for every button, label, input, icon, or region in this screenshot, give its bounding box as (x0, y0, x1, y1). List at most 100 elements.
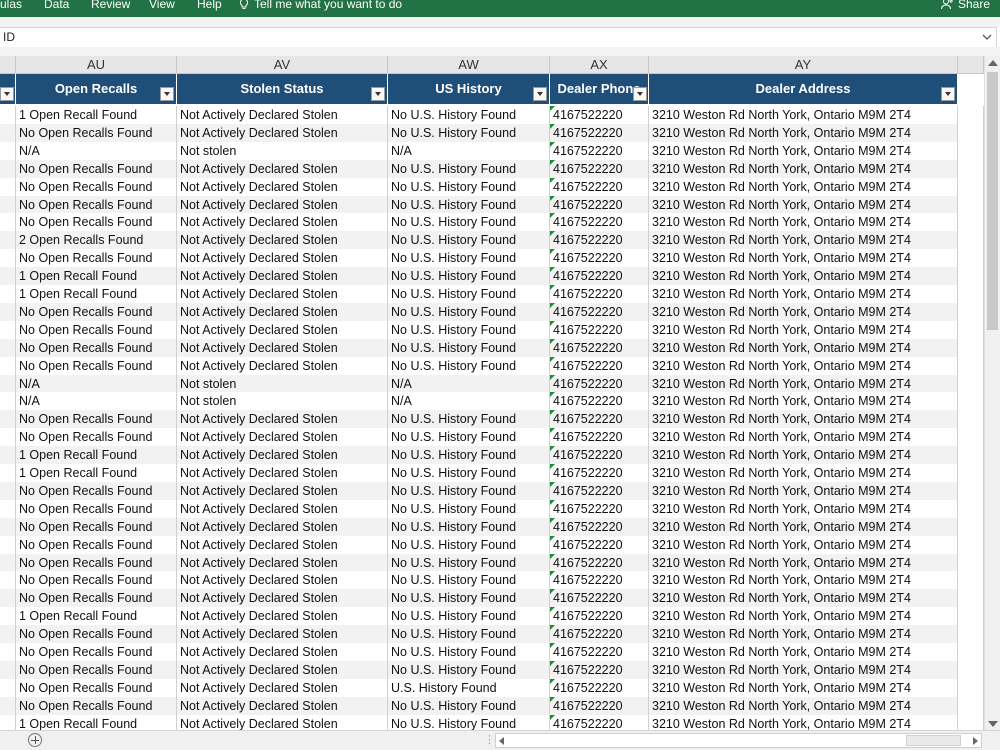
scroll-down-icon[interactable] (988, 721, 998, 727)
cell-dealer-address[interactable]: 3210 Weston Rd North York, Ontario M9M 2… (649, 678, 958, 697)
tab-data[interactable]: Data (44, 0, 69, 12)
tab-view[interactable]: View (149, 0, 175, 12)
cell-prev-column[interactable] (0, 446, 16, 465)
cell-us-history[interactable]: No U.S. History Found (388, 428, 550, 447)
cell-dealer-phone[interactable]: 4167522220 (550, 320, 649, 339)
cell-dealer-address[interactable]: 3210 Weston Rd North York, Ontario M9M 2… (649, 123, 958, 142)
cell-prev-column[interactable] (0, 696, 16, 715)
cell-dealer-phone[interactable]: 4167522220 (550, 338, 649, 357)
cell-empty[interactable] (958, 159, 984, 178)
cell-prev-column[interactable] (0, 106, 16, 124)
cell-empty[interactable] (958, 285, 984, 303)
cell-stolen-status[interactable]: Not Actively Declared Stolen (177, 499, 388, 518)
horizontal-scrollbar[interactable] (495, 733, 982, 748)
cell-empty[interactable] (958, 338, 984, 357)
cell-open-recalls[interactable]: No Open Recalls Found (16, 320, 177, 339)
cell-us-history[interactable]: No U.S. History Found (388, 231, 550, 250)
cell-stolen-status[interactable]: Not Actively Declared Stolen (177, 625, 388, 644)
cell-open-recalls[interactable]: No Open Recalls Found (16, 123, 177, 142)
cell-us-history[interactable]: No U.S. History Found (388, 643, 550, 661)
cell-dealer-address[interactable]: 3210 Weston Rd North York, Ontario M9M 2… (649, 660, 958, 679)
cell-prev-column[interactable] (0, 302, 16, 321)
cell-dealer-address[interactable]: 3210 Weston Rd North York, Ontario M9M 2… (649, 338, 958, 357)
cell-stolen-status[interactable]: Not Actively Declared Stolen (177, 678, 388, 697)
cell-empty[interactable] (958, 141, 984, 160)
cell-us-history[interactable]: N/A (388, 141, 550, 160)
cell-stolen-status[interactable]: Not stolen (177, 392, 388, 411)
cell-open-recalls[interactable]: No Open Recalls Found (16, 643, 177, 661)
cell-stolen-status[interactable]: Not Actively Declared Stolen (177, 535, 388, 554)
cell-dealer-phone[interactable]: 4167522220 (550, 428, 649, 447)
cell-empty[interactable] (958, 374, 984, 393)
cell-empty[interactable] (958, 410, 984, 429)
cell-us-history[interactable]: No U.S. History Found (388, 213, 550, 232)
cell-prev-column[interactable] (0, 481, 16, 500)
cell-empty[interactable] (958, 571, 984, 590)
cell-us-history[interactable]: No U.S. History Found (388, 589, 550, 608)
cell-us-history[interactable]: No U.S. History Found (388, 249, 550, 268)
cell-open-recalls[interactable]: No Open Recalls Found (16, 410, 177, 429)
cell-stolen-status[interactable]: Not Actively Declared Stolen (177, 410, 388, 429)
cell-dealer-address[interactable]: 3210 Weston Rd North York, Ontario M9M 2… (649, 607, 958, 626)
cell-open-recalls[interactable]: No Open Recalls Found (16, 356, 177, 375)
chevron-down-icon[interactable] (982, 32, 992, 42)
cell-dealer-phone[interactable]: 4167522220 (550, 446, 649, 465)
cell-stolen-status[interactable]: Not Actively Declared Stolen (177, 213, 388, 232)
cell-dealer-phone[interactable]: 4167522220 (550, 571, 649, 590)
cell-empty[interactable] (958, 320, 984, 339)
cell-us-history[interactable]: No U.S. History Found (388, 123, 550, 142)
cell-empty[interactable] (958, 249, 984, 268)
cell-dealer-phone[interactable]: 4167522220 (550, 625, 649, 644)
cell-dealer-phone[interactable]: 4167522220 (550, 231, 649, 250)
column-header-ax[interactable]: AX (550, 56, 649, 74)
add-sheet-icon[interactable] (28, 733, 42, 747)
cell-dealer-address[interactable]: 3210 Weston Rd North York, Ontario M9M 2… (649, 106, 958, 124)
cell-us-history[interactable]: No U.S. History Found (388, 320, 550, 339)
cell-empty[interactable] (958, 106, 984, 124)
cell-open-recalls[interactable]: 2 Open Recalls Found (16, 231, 177, 250)
cell-stolen-status[interactable]: Not Actively Declared Stolen (177, 481, 388, 500)
cell-us-history[interactable]: No U.S. History Found (388, 517, 550, 536)
cell-stolen-status[interactable]: Not Actively Declared Stolen (177, 231, 388, 250)
cell-stolen-status[interactable]: Not Actively Declared Stolen (177, 338, 388, 357)
cell-stolen-status[interactable]: Not Actively Declared Stolen (177, 696, 388, 715)
cell-empty[interactable] (958, 195, 984, 214)
cell-open-recalls[interactable]: 1 Open Recall Found (16, 285, 177, 303)
cell-empty[interactable] (958, 696, 984, 715)
cell-dealer-phone[interactable]: 4167522220 (550, 517, 649, 536)
cell-dealer-address[interactable]: 3210 Weston Rd North York, Ontario M9M 2… (649, 517, 958, 536)
cell-empty[interactable] (958, 446, 984, 465)
cell-empty[interactable] (958, 428, 984, 447)
cell-open-recalls[interactable]: 1 Open Recall Found (16, 464, 177, 482)
vertical-scroll-thumb[interactable] (987, 72, 998, 330)
cell-prev-column[interactable] (0, 660, 16, 679)
cell-prev-column[interactable] (0, 625, 16, 644)
formula-bar-value[interactable]: ID (3, 28, 15, 47)
cell-us-history[interactable]: No U.S. History Found (388, 499, 550, 518)
column-header-au[interactable]: AU (16, 56, 177, 74)
cell-dealer-address[interactable]: 3210 Weston Rd North York, Ontario M9M 2… (649, 302, 958, 321)
cell-open-recalls[interactable]: 1 Open Recall Found (16, 607, 177, 626)
cell-dealer-phone[interactable]: 4167522220 (550, 499, 649, 518)
cell-empty[interactable] (958, 589, 984, 608)
cell-dealer-phone[interactable]: 4167522220 (550, 589, 649, 608)
cell-open-recalls[interactable]: No Open Recalls Found (16, 499, 177, 518)
tell-me-search[interactable]: Tell me what you want to do (238, 0, 402, 12)
cell-open-recalls[interactable]: No Open Recalls Found (16, 481, 177, 500)
cell-dealer-phone[interactable]: 4167522220 (550, 302, 649, 321)
cell-prev-column[interactable] (0, 517, 16, 536)
cell-empty[interactable] (958, 553, 984, 572)
cell-empty[interactable] (958, 643, 984, 661)
tab-review[interactable]: Review (91, 0, 130, 12)
cell-empty[interactable] (958, 123, 984, 142)
cell-empty[interactable] (958, 231, 984, 250)
column-header-ay[interactable]: AY (649, 56, 958, 74)
cell-prev-column[interactable] (0, 535, 16, 554)
filter-dropdown-icon[interactable] (0, 87, 14, 101)
cell-us-history[interactable]: No U.S. History Found (388, 338, 550, 357)
cell-dealer-phone[interactable]: 4167522220 (550, 678, 649, 697)
cell-us-history[interactable]: No U.S. History Found (388, 285, 550, 303)
cell-empty[interactable] (958, 356, 984, 375)
cell-stolen-status[interactable]: Not Actively Declared Stolen (177, 446, 388, 465)
cell-us-history[interactable]: No U.S. History Found (388, 177, 550, 196)
